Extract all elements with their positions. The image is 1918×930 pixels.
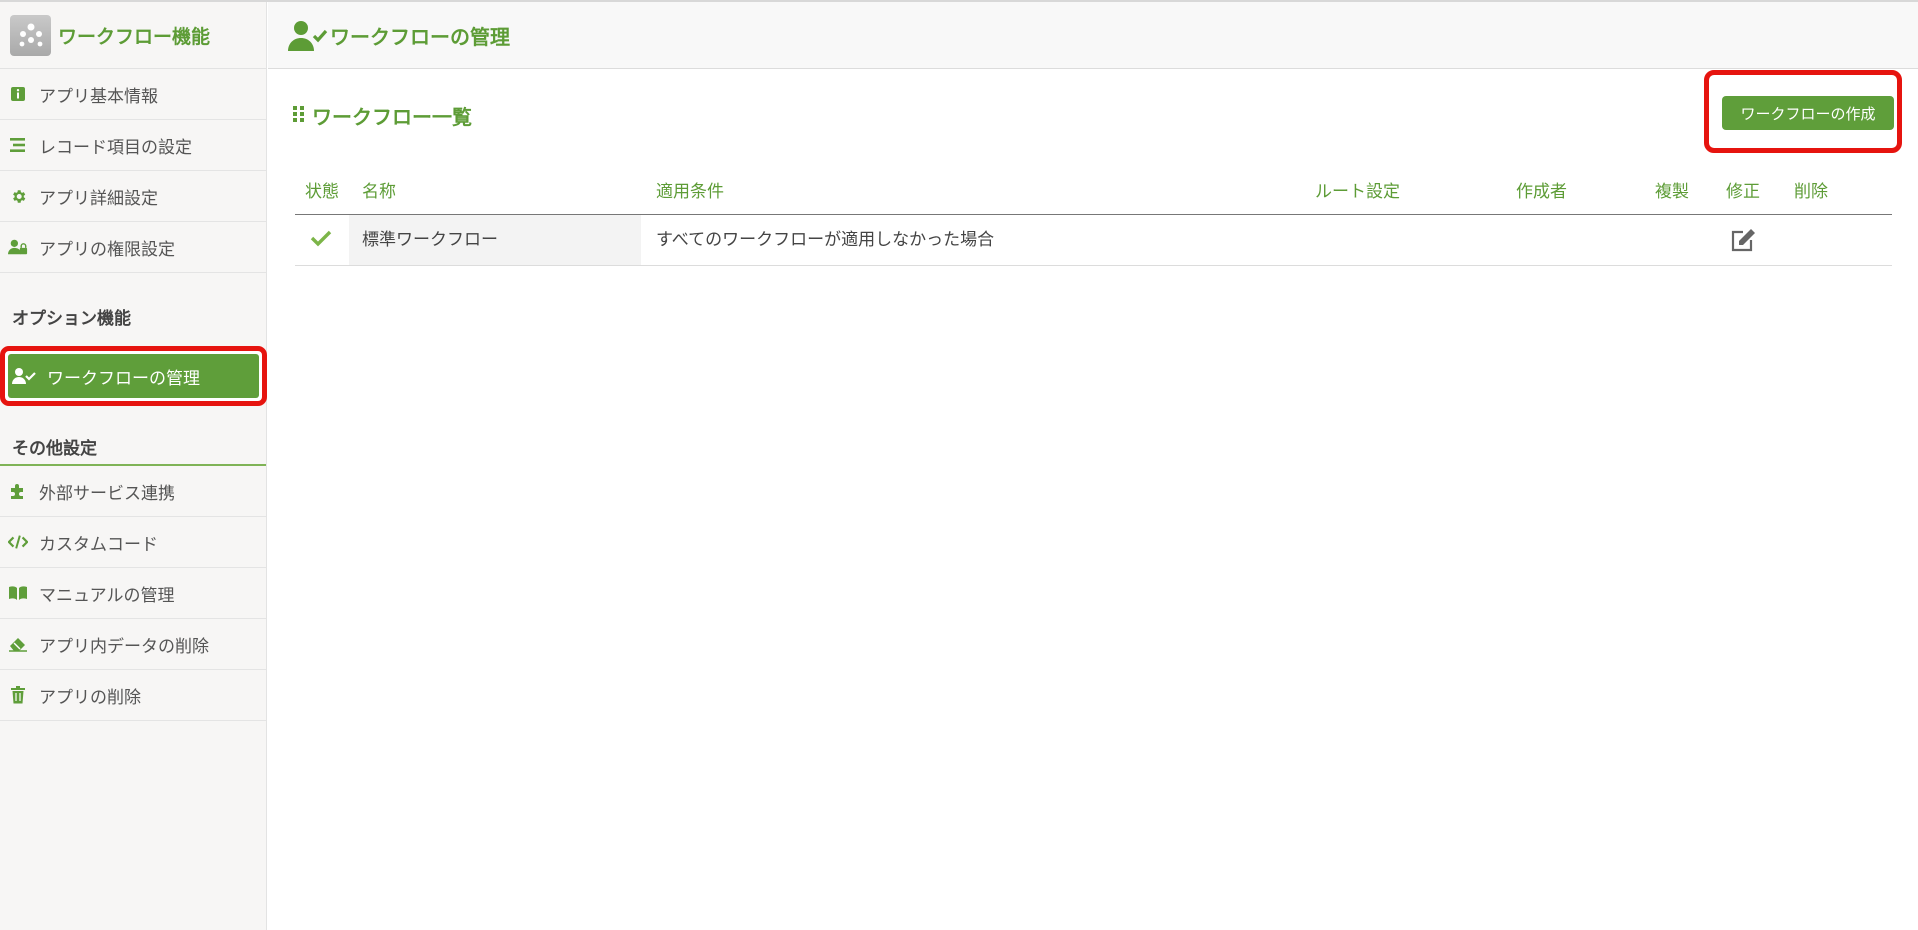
edit-icon[interactable] <box>1730 228 1756 257</box>
puzzle-icon <box>8 481 28 501</box>
column-delete: 削除 <box>1794 182 1828 202</box>
sidebar-item-label: アプリ基本情報 <box>39 86 158 107</box>
column-name: 名称 <box>362 182 396 202</box>
gear-icon <box>8 186 28 206</box>
sidebar-item-label: アプリの権限設定 <box>39 239 175 260</box>
create-workflow-button[interactable]: ワークフローの作成 <box>1722 96 1894 130</box>
column-route-settings: ルート設定 <box>1315 182 1400 202</box>
page-title: ワークフローの管理 <box>330 24 510 49</box>
sidebar-header: ワークフロー機能 <box>0 2 266 69</box>
sidebar-item-delete-app[interactable]: アプリの削除 <box>0 670 266 721</box>
list-title-text: ワークフロー一覧 <box>312 105 472 129</box>
user-check-icon <box>288 18 328 52</box>
option-section-heading: オプション機能 <box>12 309 131 329</box>
table-header: 状態 名称 適用条件 ルート設定 作成者 複製 修正 削除 <box>295 170 1892 215</box>
user-lock-icon <box>8 237 28 257</box>
column-condition: 適用条件 <box>656 182 724 202</box>
sidebar-item-label: レコード項目の設定 <box>39 137 192 158</box>
table-row: 標準ワークフロー すべてのワークフローが適用しなかった場合 <box>295 215 1892 266</box>
sidebar-item-app-detail-settings[interactable]: アプリ詳細設定 <box>0 171 266 222</box>
column-edit: 修正 <box>1726 182 1760 202</box>
check-icon <box>309 226 333 255</box>
sidebar-item-app-permissions[interactable]: アプリの権限設定 <box>0 222 266 273</box>
sidebar-item-label: アプリ詳細設定 <box>39 188 158 209</box>
user-check-icon <box>11 366 37 386</box>
grip-icon <box>293 104 305 128</box>
sidebar-item-workflow-management[interactable]: ワークフローの管理 <box>8 354 259 398</box>
list-icon <box>8 135 28 155</box>
sidebar-item-custom-code[interactable]: カスタムコード <box>0 517 266 568</box>
page-header: ワークフローの管理 <box>268 2 1918 69</box>
workflow-name: 標準ワークフロー <box>349 215 641 265</box>
sidebar-item-record-fields[interactable]: レコード項目の設定 <box>0 120 266 171</box>
sidebar-item-label: カスタムコード <box>39 534 158 555</box>
info-icon <box>8 84 28 104</box>
workflow-condition: すべてのワークフローが適用しなかった場合 <box>656 230 995 250</box>
code-icon <box>8 532 28 552</box>
book-icon <box>8 583 28 603</box>
active-item-highlight: ワークフローの管理 <box>0 346 267 406</box>
sidebar-item-label: ワークフローの管理 <box>47 368 200 389</box>
list-title: ワークフロー一覧 <box>293 101 472 130</box>
sidebar-title: ワークフロー機能 <box>58 25 211 48</box>
create-button-highlight: ワークフローの作成 <box>1704 70 1902 153</box>
sidebar-item-label: マニュアルの管理 <box>39 585 175 606</box>
sidebar-item-app-basic-info[interactable]: アプリ基本情報 <box>0 69 266 120</box>
sidebar-item-label: アプリの削除 <box>39 687 141 708</box>
sidebar-item-delete-app-data[interactable]: アプリ内データの削除 <box>0 619 266 670</box>
column-creator: 作成者 <box>1516 182 1567 202</box>
sidebar-item-label: 外部サービス連携 <box>39 483 175 504</box>
trash-icon <box>8 685 28 705</box>
sidebar-item-external-services[interactable]: 外部サービス連携 <box>0 466 266 517</box>
eraser-icon <box>8 634 28 654</box>
other-section-heading: その他設定 <box>0 436 266 466</box>
sidebar-item-manual-management[interactable]: マニュアルの管理 <box>0 568 266 619</box>
app-logo-icon <box>10 14 51 56</box>
sidebar: ワークフロー機能 アプリ基本情報 レコード項目の設定 アプリ詳細設定 アプリの権… <box>0 2 267 930</box>
column-status: 状態 <box>305 182 339 202</box>
workflow-table: 状態 名称 適用条件 ルート設定 作成者 複製 修正 削除 標準ワークフロー す… <box>295 170 1892 266</box>
sidebar-item-label: アプリ内データの削除 <box>39 636 209 657</box>
column-duplicate: 複製 <box>1655 182 1689 202</box>
